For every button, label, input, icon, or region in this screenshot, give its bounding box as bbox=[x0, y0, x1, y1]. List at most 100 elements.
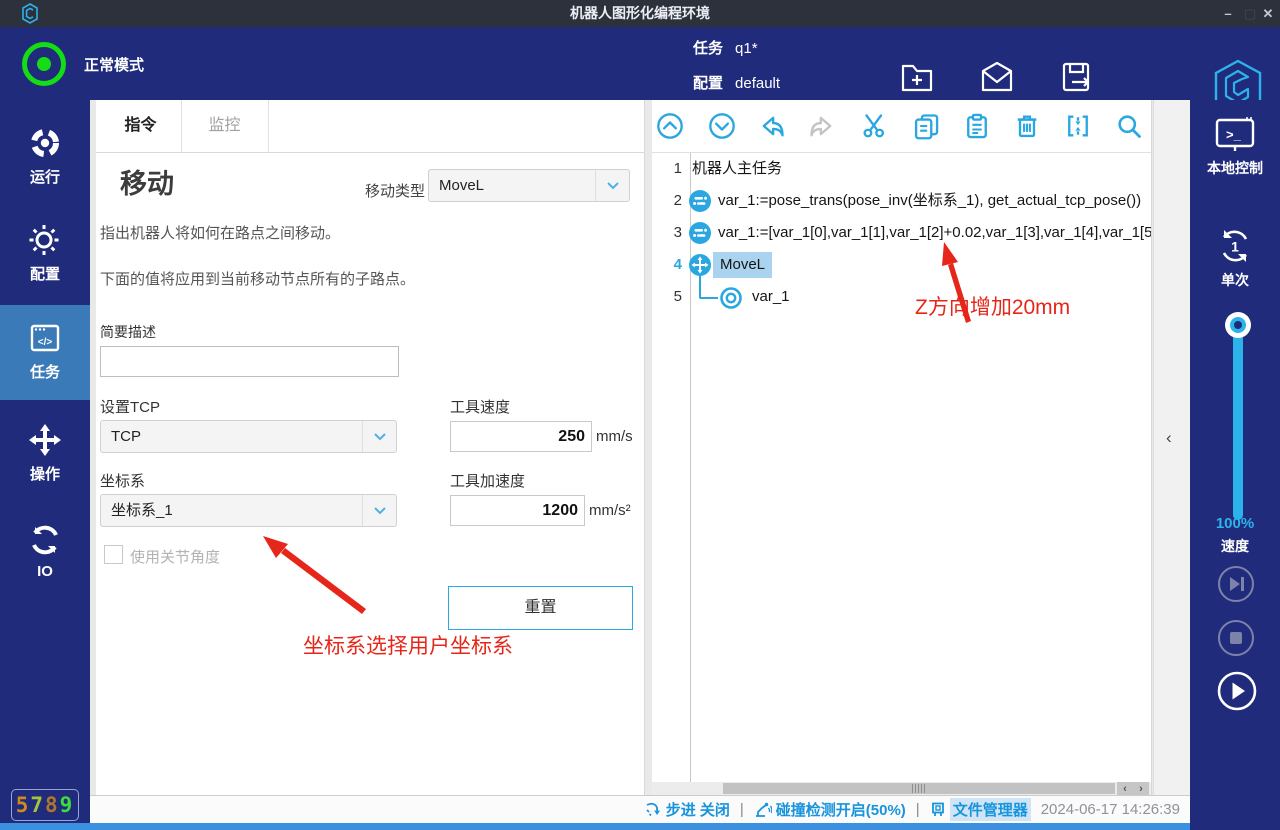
step-mode-toggle[interactable]: 步进 关闭 bbox=[645, 799, 730, 820]
titlebar: 机器人图形化编程环境 – ▢ ✕ bbox=[0, 0, 1280, 27]
tree-row-main-task[interactable]: 1 机器人主任务 bbox=[652, 153, 1151, 185]
copy-button[interactable] bbox=[912, 112, 940, 140]
brief-description-input[interactable] bbox=[100, 346, 399, 377]
single-cycle-button[interactable]: 1 单次 bbox=[1190, 226, 1280, 290]
single-cycle-icon: 1 bbox=[1215, 226, 1255, 266]
tab-instruction[interactable]: 指令 bbox=[100, 100, 182, 152]
horizontal-scrollbar[interactable]: ‹› bbox=[652, 782, 1151, 795]
redo-button[interactable] bbox=[808, 112, 836, 140]
gear-icon bbox=[27, 222, 63, 258]
speed-slider-handle[interactable] bbox=[1225, 312, 1251, 338]
step-next-button[interactable] bbox=[1217, 565, 1255, 603]
chevron-down-icon bbox=[362, 495, 396, 526]
tree-row-waypoint[interactable]: 5 var_1 bbox=[652, 281, 1151, 313]
joint-angle-checkbox[interactable] bbox=[104, 545, 123, 564]
io-swap-icon bbox=[27, 522, 63, 558]
merge-button[interactable] bbox=[1064, 112, 1092, 140]
left-sidebar: 运行 配置 </> 任务 操作 IO bbox=[0, 100, 90, 823]
file-manager-button[interactable]: 文件管理器 bbox=[930, 798, 1031, 821]
stop-button[interactable] bbox=[1217, 619, 1255, 657]
sidebar-item-io[interactable]: IO bbox=[0, 522, 90, 580]
svg-text:</>: </> bbox=[38, 337, 53, 348]
scrollbar-thumb[interactable] bbox=[723, 783, 1115, 794]
panel-collapse-strip: ‹ bbox=[1153, 100, 1190, 795]
tcp-select[interactable]: TCP bbox=[100, 420, 397, 453]
status-divider: | bbox=[740, 801, 744, 818]
local-control-button[interactable]: >_ 本地控制 bbox=[1190, 116, 1280, 178]
tree-row-assign-2[interactable]: 3 var_1:=[var_1[0],var_1[1],var_1[2]+0.0… bbox=[652, 217, 1151, 249]
collapse-left-icon[interactable]: ‹ bbox=[1166, 428, 1172, 448]
frame-label: 坐标系 bbox=[100, 470, 145, 491]
scroll-right-icon[interactable]: › bbox=[1139, 783, 1143, 795]
minimize-button[interactable]: – bbox=[1216, 0, 1240, 27]
z-offset-annotation-text: Z方向增加20mm bbox=[915, 291, 1070, 321]
tab-bar: 指令 监控 bbox=[96, 100, 644, 153]
tcp-label: 设置TCP bbox=[100, 396, 160, 417]
code-badge[interactable]: 5789 bbox=[11, 789, 79, 821]
move-node-icon bbox=[688, 253, 712, 277]
play-button[interactable] bbox=[1217, 671, 1257, 711]
collision-detect-toggle[interactable]: 碰撞检测开启(50%) bbox=[754, 799, 906, 820]
joint-angle-label: 使用关节角度 bbox=[130, 546, 220, 567]
move-arrows-icon bbox=[27, 422, 63, 458]
header: 正常模式 任务q1* 配置default 新建 打开 保存 bbox=[0, 27, 1280, 100]
instruction-panel: 指令 监控 移动 移动类型 MoveL 指出机器人将如何在路点之间移动。 下面的… bbox=[96, 100, 645, 795]
reset-button[interactable]: 重置 bbox=[448, 586, 633, 630]
config-row: 配置 default bbox=[693, 72, 780, 93]
search-button[interactable] bbox=[1115, 112, 1143, 140]
waypoint-node-icon bbox=[719, 286, 743, 310]
move-type-label: 移动类型 bbox=[365, 180, 425, 201]
task-code-icon: </> bbox=[27, 322, 63, 356]
scroll-left-icon[interactable]: ‹ bbox=[1123, 783, 1127, 795]
undo-button[interactable] bbox=[758, 112, 786, 140]
tree-row-movel-selected[interactable]: 4 MoveL bbox=[652, 249, 1151, 281]
save-icon bbox=[1058, 59, 1096, 95]
tool-accel-input[interactable]: 1200 bbox=[450, 495, 585, 526]
status-bar: 步进 关闭 | 碰撞检测开启(50%) | 文件管理器 2024-06-17 1… bbox=[90, 795, 1190, 823]
tab-monitor[interactable]: 监控 bbox=[181, 100, 269, 152]
new-icon bbox=[898, 59, 936, 95]
file-manager-icon bbox=[930, 801, 946, 818]
description-line-1: 指出机器人将如何在路点之间移动。 bbox=[100, 222, 340, 243]
delete-button[interactable] bbox=[1013, 112, 1041, 140]
move-type-select[interactable]: MoveL bbox=[428, 169, 630, 202]
brief-description-label: 简要描述 bbox=[100, 322, 156, 342]
frame-select[interactable]: 坐标系_1 bbox=[100, 494, 397, 527]
tree-row-assign-1[interactable]: 2 var_1:=pose_trans(pose_inv(坐标系_1), get… bbox=[652, 185, 1151, 217]
window-title: 机器人图形化编程环境 bbox=[0, 0, 1280, 27]
tool-speed-label: 工具速度 bbox=[450, 396, 510, 417]
tool-accel-unit: mm/s² bbox=[589, 502, 631, 519]
speed-label: 速度 bbox=[1190, 536, 1280, 556]
tool-accel-label: 工具加速度 bbox=[450, 470, 525, 491]
sidebar-item-config[interactable]: 配置 bbox=[0, 222, 90, 284]
page-title: 移动 bbox=[120, 162, 174, 201]
task-row: 任务 q1* bbox=[693, 37, 758, 58]
frame-annotation-text: 坐标系选择用户坐标系 bbox=[303, 630, 513, 660]
paste-button[interactable] bbox=[963, 112, 991, 140]
task-value: q1* bbox=[735, 40, 758, 57]
svg-text:1: 1 bbox=[1231, 239, 1239, 255]
assignment-node-icon bbox=[688, 189, 712, 213]
sidebar-item-operate[interactable]: 操作 bbox=[0, 422, 90, 484]
sidebar-item-run[interactable]: 运行 bbox=[0, 125, 90, 187]
scrollbar-grip-icon bbox=[912, 784, 926, 793]
description-line-2: 下面的值将应用到当前移动节点所有的子路点。 bbox=[100, 268, 415, 289]
status-divider: | bbox=[916, 801, 920, 818]
close-button[interactable]: ✕ bbox=[1256, 0, 1280, 27]
sidebar-item-task-selected[interactable]: </> 任务 bbox=[0, 305, 90, 400]
cut-button[interactable] bbox=[860, 112, 888, 140]
config-label: 配置 bbox=[693, 75, 723, 92]
speed-percent: 100% bbox=[1190, 515, 1280, 532]
task-label: 任务 bbox=[693, 40, 723, 57]
move-up-button[interactable] bbox=[656, 112, 684, 140]
config-value: default bbox=[735, 75, 780, 92]
chevron-down-icon bbox=[362, 421, 396, 452]
collision-icon bbox=[754, 801, 772, 818]
scrollbar-arrows[interactable]: ‹› bbox=[1117, 782, 1149, 795]
speed-slider-track[interactable] bbox=[1233, 320, 1243, 520]
tool-speed-input[interactable]: 250 bbox=[450, 421, 592, 452]
terminal-icon: >_ bbox=[1213, 116, 1257, 154]
svg-text:>_: >_ bbox=[1226, 127, 1242, 142]
move-down-button[interactable] bbox=[708, 112, 736, 140]
step-icon bbox=[645, 801, 662, 818]
